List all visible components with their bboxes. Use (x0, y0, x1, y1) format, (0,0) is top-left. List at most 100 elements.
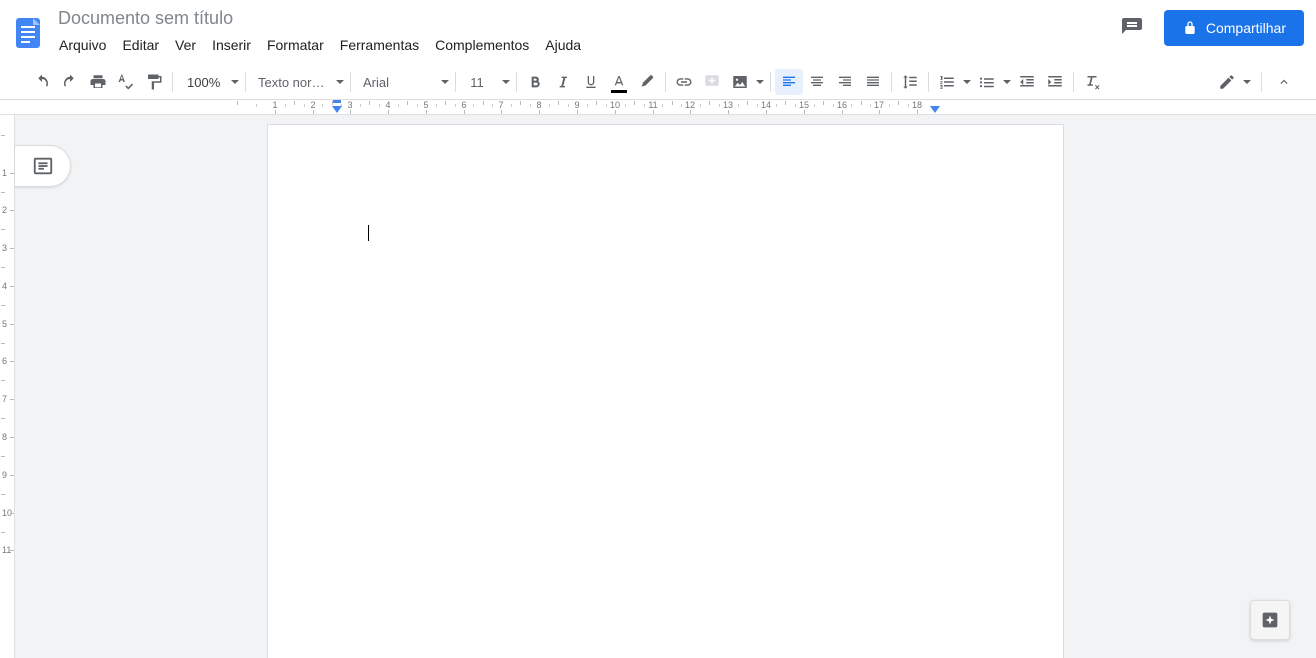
share-button[interactable]: Compartilhar (1164, 10, 1304, 46)
horizontal-ruler[interactable]: 21123456789101112131415161718 (0, 100, 1316, 115)
separator (455, 72, 456, 92)
ruler-number: 16 (837, 100, 847, 110)
ruler-number: 3 (2, 243, 7, 253)
outline-toggle[interactable] (15, 145, 71, 187)
ruler-number: 1 (2, 168, 7, 178)
separator (665, 72, 666, 92)
separator (245, 72, 246, 92)
spellcheck-button[interactable] (112, 69, 140, 95)
ruler-number: 9 (2, 470, 7, 480)
ruler-number: 7 (2, 394, 7, 404)
caret-icon (231, 80, 239, 84)
ruler-number: 6 (2, 356, 7, 366)
share-label: Compartilhar (1206, 20, 1286, 36)
align-center-button[interactable] (803, 69, 831, 95)
caret-icon (336, 80, 344, 84)
separator (891, 72, 892, 92)
separator (516, 72, 517, 92)
text-color-button[interactable] (605, 69, 633, 95)
caret-icon (502, 80, 510, 84)
menu-inserir[interactable]: Inserir (205, 33, 258, 57)
caret-icon (441, 80, 449, 84)
ruler-number: 5 (423, 100, 428, 110)
image-dropdown[interactable] (754, 69, 766, 95)
menu-complementos[interactable]: Complementos (428, 33, 536, 57)
separator (172, 72, 173, 92)
numbered-list-dropdown[interactable] (961, 69, 973, 95)
font-size-dropdown[interactable]: 11 (460, 69, 512, 95)
explore-button[interactable] (1250, 600, 1290, 640)
left-indent[interactable] (332, 106, 342, 113)
ruler-number: 7 (498, 100, 503, 110)
ruler-number: 8 (2, 432, 7, 442)
align-right-button[interactable] (831, 69, 859, 95)
editor-canvas[interactable] (15, 115, 1316, 658)
redo-button[interactable] (56, 69, 84, 95)
editing-mode-dropdown[interactable] (1241, 69, 1253, 95)
ruler-number: 5 (2, 319, 7, 329)
menu-formatar[interactable]: Formatar (260, 33, 331, 57)
undo-button[interactable] (28, 69, 56, 95)
size-value: 11 (470, 75, 484, 90)
menubar: Arquivo Editar Ver Inserir Formatar Ferr… (52, 33, 588, 57)
bulleted-list-button[interactable] (973, 69, 1013, 95)
style-value: Texto norm... (258, 75, 328, 90)
menu-ajuda[interactable]: Ajuda (538, 33, 588, 57)
ruler-number: 9 (574, 100, 579, 110)
numbered-list-button[interactable] (933, 69, 973, 95)
clear-formatting-button[interactable] (1078, 69, 1106, 95)
ruler-number: 12 (685, 100, 695, 110)
print-button[interactable] (84, 69, 112, 95)
ruler-number: 10 (610, 100, 620, 110)
paragraph-style-dropdown[interactable]: Texto norm... (250, 69, 346, 95)
right-indent[interactable] (930, 106, 940, 113)
bold-button[interactable] (521, 69, 549, 95)
paint-format-button[interactable] (140, 69, 168, 95)
separator (1261, 72, 1262, 92)
separator (928, 72, 929, 92)
document-page[interactable] (268, 125, 1063, 658)
insert-image-button[interactable] (726, 69, 766, 95)
ruler-number: 4 (385, 100, 390, 110)
vertical-ruler[interactable]: 211234567891011 (0, 115, 15, 658)
highlight-button[interactable] (633, 69, 661, 95)
editing-mode-button[interactable] (1213, 69, 1253, 95)
explore-icon (1259, 609, 1281, 631)
ruler-number: 8 (536, 100, 541, 110)
insert-link-button[interactable] (670, 69, 698, 95)
separator (350, 72, 351, 92)
docs-logo[interactable] (8, 6, 48, 60)
menu-ferramentas[interactable]: Ferramentas (333, 33, 426, 57)
separator (770, 72, 771, 92)
align-left-button[interactable] (775, 69, 803, 95)
menu-arquivo[interactable]: Arquivo (52, 33, 113, 57)
ruler-number: 1 (272, 100, 277, 110)
collapse-toolbar-button[interactable] (1270, 69, 1298, 95)
text-cursor (368, 225, 369, 241)
ruler-number: 11 (648, 100, 657, 110)
bulleted-list-dropdown[interactable] (1001, 69, 1013, 95)
zoom-value: 100% (187, 75, 220, 90)
first-line-indent[interactable] (333, 100, 341, 103)
menu-ver[interactable]: Ver (168, 33, 203, 57)
ruler-number: 13 (723, 100, 733, 110)
font-value: Arial (363, 75, 389, 90)
document-title[interactable]: Documento sem título (52, 6, 239, 31)
toolbar: 100% Texto norm... Arial 11 (0, 64, 1316, 100)
lock-icon (1182, 20, 1198, 36)
font-family-dropdown[interactable]: Arial (355, 69, 451, 95)
ruler-number: 2 (310, 100, 315, 110)
align-justify-button[interactable] (859, 69, 887, 95)
indent-decrease-button[interactable] (1013, 69, 1041, 95)
line-spacing-button[interactable] (896, 69, 924, 95)
indent-increase-button[interactable] (1041, 69, 1069, 95)
ruler-number: 17 (874, 100, 884, 110)
page-content[interactable] (368, 225, 963, 241)
insert-comment-button[interactable] (698, 69, 726, 95)
comments-button[interactable] (1114, 10, 1150, 46)
underline-button[interactable] (577, 69, 605, 95)
italic-button[interactable] (549, 69, 577, 95)
separator (1073, 72, 1074, 92)
zoom-dropdown[interactable]: 100% (177, 69, 241, 95)
menu-editar[interactable]: Editar (115, 33, 166, 57)
